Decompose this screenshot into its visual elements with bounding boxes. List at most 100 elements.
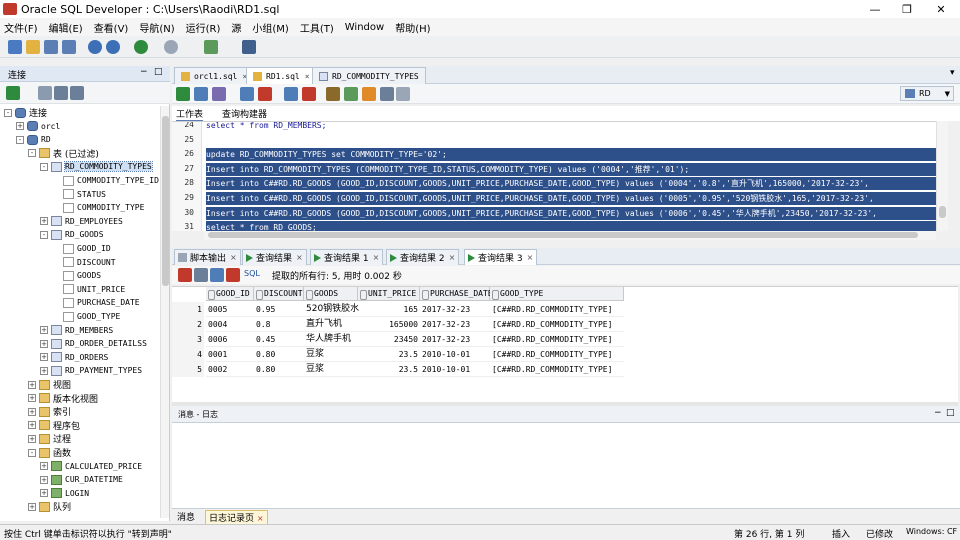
tab-worksheet[interactable]: 工作表 xyxy=(176,107,204,122)
expand-toggle-icon[interactable]: + xyxy=(40,326,48,335)
tree-node[interactable]: + RD_ORDERS xyxy=(40,351,108,364)
expand-toggle-icon[interactable]: + xyxy=(40,462,48,471)
expand-toggle-icon[interactable]: + xyxy=(40,489,48,498)
menu-item-3[interactable]: 导航(N) xyxy=(139,20,174,35)
menu-item-0[interactable]: 文件(F) xyxy=(4,20,38,35)
expand-toggle-icon[interactable]: + xyxy=(28,394,36,403)
tree-node[interactable]: STATUS xyxy=(52,188,106,201)
sql-tuning-icon[interactable] xyxy=(258,87,272,101)
expand-toggle-icon[interactable]: - xyxy=(40,162,48,171)
code-line[interactable]: Insert into C##RD.RD_GOODS (GOOD_ID,DISC… xyxy=(206,192,936,205)
close-icon[interactable]: × xyxy=(527,253,534,262)
table-cell[interactable]: 2017-32-23 xyxy=(420,317,490,332)
menu-item-5[interactable]: 源 xyxy=(231,20,241,35)
tree-node[interactable]: GOOD_ID xyxy=(52,242,111,255)
table-cell[interactable]: 0.45 xyxy=(254,332,304,347)
tree-node[interactable]: + CALCULATED_PRICE xyxy=(40,460,142,473)
column-header[interactable]: GOODS xyxy=(304,287,358,301)
editor-tabs-menu-icon[interactable]: ▾ xyxy=(950,68,955,78)
table-cell[interactable]: 0.95 xyxy=(254,302,304,317)
editor-vscroll-thumb[interactable] xyxy=(939,206,946,218)
results-tab[interactable]: 查询结果 2 × xyxy=(386,249,460,265)
autotrace-icon[interactable] xyxy=(212,87,226,101)
expand-toggle-icon[interactable]: - xyxy=(28,149,36,158)
format-icon[interactable] xyxy=(396,87,410,101)
save-icon[interactable] xyxy=(44,40,58,54)
table-cell[interactable]: 0005 xyxy=(206,302,254,317)
table-cell[interactable]: 0.80 xyxy=(254,362,304,377)
sql-link[interactable]: SQL xyxy=(244,269,260,278)
tree-node[interactable]: + RD_ORDER_DETAILSS xyxy=(40,337,147,350)
pin-icon[interactable] xyxy=(178,268,192,282)
forward-icon[interactable] xyxy=(164,40,178,54)
table-cell[interactable]: 豆浆 xyxy=(304,347,358,362)
table-cell[interactable]: 0004 xyxy=(206,317,254,332)
tree-node[interactable]: + RD_MEMBERS xyxy=(40,324,113,337)
back-icon[interactable] xyxy=(134,40,148,54)
tree-node[interactable]: - RD xyxy=(16,133,51,146)
minimize-panel-icon[interactable]: − xyxy=(140,67,148,77)
expand-toggle-icon[interactable]: + xyxy=(28,421,36,430)
expand-toggle-icon[interactable]: + xyxy=(28,407,36,416)
add-connection-icon[interactable] xyxy=(6,86,20,100)
column-header[interactable]: GOOD_ID xyxy=(206,287,254,301)
tree-scroll-thumb[interactable] xyxy=(162,116,169,286)
connection-select[interactable]: RD ▼ xyxy=(900,86,954,101)
expand-toggle-icon[interactable]: + xyxy=(28,502,36,511)
editor-tab[interactable]: RD_COMMODITY_TYPES xyxy=(312,67,426,84)
commit-icon[interactable] xyxy=(284,87,298,101)
rollback-icon[interactable] xyxy=(302,87,316,101)
to-upper-lower-icon[interactable] xyxy=(344,87,358,101)
tree-node[interactable]: PURCHASE_DATE xyxy=(52,296,140,309)
table-cell[interactable]: 2010-10-01 xyxy=(420,362,490,377)
menu-item-1[interactable]: 编辑(E) xyxy=(49,20,83,35)
tree-node[interactable]: - 函数 xyxy=(28,446,71,459)
tree-node[interactable]: - 表 (已过滤) xyxy=(28,147,99,160)
table-cell[interactable]: 0.8 xyxy=(254,317,304,332)
expand-toggle-icon[interactable]: - xyxy=(4,108,12,117)
expand-toggle-icon[interactable]: + xyxy=(28,434,36,443)
code-line[interactable]: select * from RD_MEMBERS; xyxy=(206,122,326,132)
menu-item-6[interactable]: 小组(M) xyxy=(252,20,288,35)
run-statement-icon[interactable] xyxy=(176,87,190,101)
column-header[interactable]: UNIT_PRICE xyxy=(358,287,420,301)
results-tab[interactable]: 查询结果 3 × xyxy=(464,249,538,265)
results-tab[interactable]: 脚本输出 × xyxy=(174,249,241,265)
tree-node[interactable]: GOOD_TYPE xyxy=(52,310,120,323)
expand-toggle-icon[interactable]: + xyxy=(40,339,48,348)
results-tab[interactable]: 查询结果 × xyxy=(242,249,307,265)
column-header[interactable]: GOOD_TYPE xyxy=(490,287,624,301)
expand-toggle-icon[interactable]: + xyxy=(40,217,48,226)
table-cell[interactable]: 0.80 xyxy=(254,347,304,362)
tab-messages[interactable]: 消息 xyxy=(174,510,198,523)
table-cell[interactable]: 2017-32-23 xyxy=(420,302,490,317)
unshared-sql-icon[interactable] xyxy=(326,87,340,101)
code-line[interactable]: update RD_COMMODITY_TYPES set COMMODITY_… xyxy=(206,148,936,162)
expand-toggle-icon[interactable]: + xyxy=(16,122,24,131)
tree-node[interactable]: - 连接 xyxy=(4,106,47,119)
tree-node[interactable]: + RD_EMPLOYEES xyxy=(40,215,123,228)
table-cell[interactable]: [C##RD.RD_COMMODITY_TYPE] xyxy=(490,347,624,362)
close-icon[interactable]: × xyxy=(257,514,264,523)
explain-plan-icon[interactable] xyxy=(240,87,254,101)
table-cell[interactable]: 165 xyxy=(358,302,420,317)
table-cell[interactable]: 23450 xyxy=(358,332,420,347)
filter-icon[interactable] xyxy=(54,86,68,100)
sql-editor[interactable]: 24 25 26 27 28 29 30 31 select * from RD_MEMBER… xyxy=(172,121,948,231)
code-line[interactable]: select * from RD_GOODS; xyxy=(206,221,936,231)
close-icon[interactable]: × xyxy=(296,253,303,262)
tree-node[interactable]: DISCOUNT xyxy=(52,256,116,269)
save-all-icon[interactable] xyxy=(62,40,76,54)
table-cell[interactable]: 0002 xyxy=(206,362,254,377)
restore-panel-icon[interactable]: □ xyxy=(154,67,163,77)
table-cell[interactable]: 直升飞机 xyxy=(304,317,358,332)
refresh-icon[interactable] xyxy=(38,86,52,100)
menu-item-4[interactable]: 运行(R) xyxy=(186,20,221,35)
stop-icon[interactable] xyxy=(226,268,240,282)
tree-node[interactable]: - RD_GOODS xyxy=(40,228,104,241)
editor-vertical-scrollbar[interactable] xyxy=(936,121,948,231)
redo-icon[interactable] xyxy=(106,40,120,54)
table-cell[interactable]: 165000 xyxy=(358,317,420,332)
tree-node[interactable]: COMMODITY_TYPE_ID xyxy=(52,174,159,187)
tree-node[interactable]: + 程序包 xyxy=(28,419,80,432)
